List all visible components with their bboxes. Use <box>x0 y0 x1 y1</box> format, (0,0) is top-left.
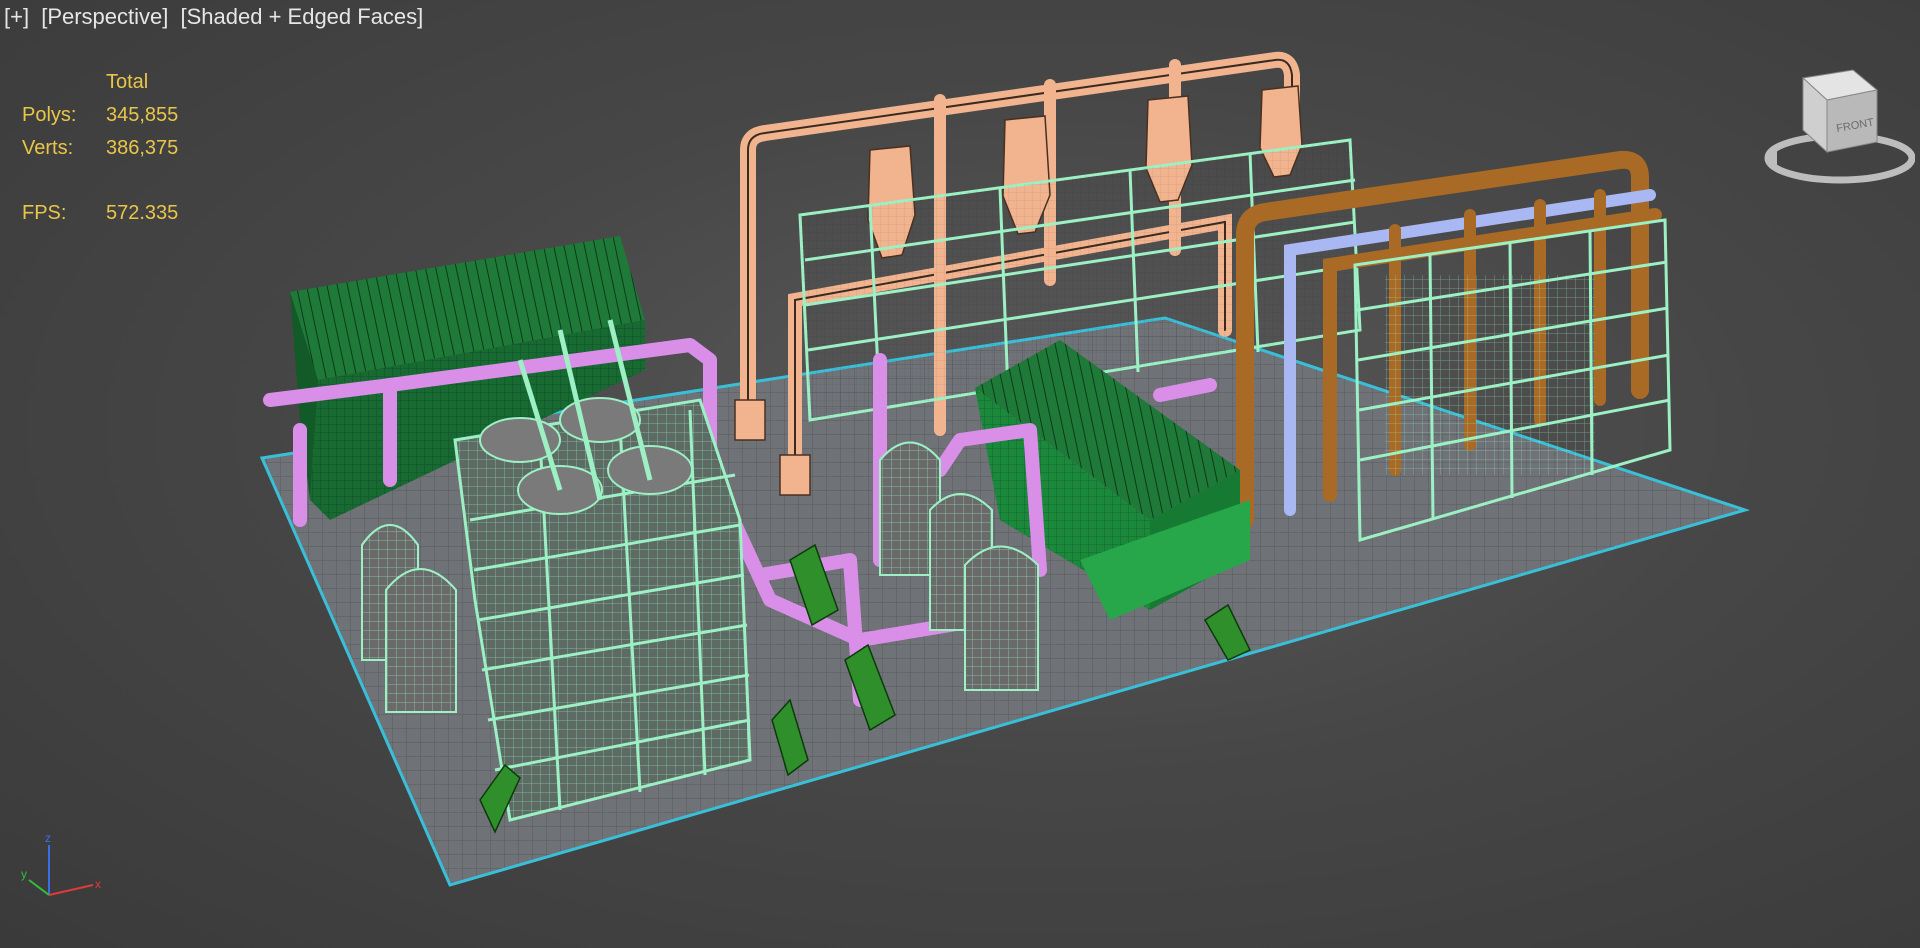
stats-row-verts: Verts: 386,375 <box>22 132 178 165</box>
viewport-label-menu: [+] [Perspective] [Shaded + Edged Faces] <box>4 4 429 30</box>
fps-label: FPS: <box>22 202 67 224</box>
viewport-plus-menu[interactable]: [+] <box>4 4 29 29</box>
stats-header: Total <box>106 71 149 93</box>
perspective-viewport[interactable]: [+] [Perspective] [Shaded + Edged Faces]… <box>0 0 1920 948</box>
scene-3d-view <box>259 51 1751 887</box>
axis-x-label: x <box>95 877 101 891</box>
polys-label: Polys: <box>22 104 77 126</box>
axis-tripod: z x y <box>21 831 101 896</box>
viewport-shading-menu[interactable]: [Shaded + Edged Faces] <box>181 4 424 29</box>
axis-y-label: y <box>21 867 27 881</box>
verts-value: 386,375 <box>106 137 179 159</box>
stats-row-polys: Polys: 345,855 <box>22 99 178 132</box>
fps-value: 572.335 <box>106 202 179 224</box>
polys-value: 345,855 <box>106 104 179 126</box>
axis-z-label: z <box>45 831 51 845</box>
stats-row-fps: FPS: 572.335 <box>22 197 178 230</box>
viewport-statistics: Total Polys: 345,855 Verts: 386,375 FPS:… <box>22 66 178 230</box>
viewport-view-menu[interactable]: [Perspective] <box>41 4 168 29</box>
viewcube[interactable]: FRONT <box>1755 60 1915 190</box>
verts-label: Verts: <box>22 137 74 159</box>
